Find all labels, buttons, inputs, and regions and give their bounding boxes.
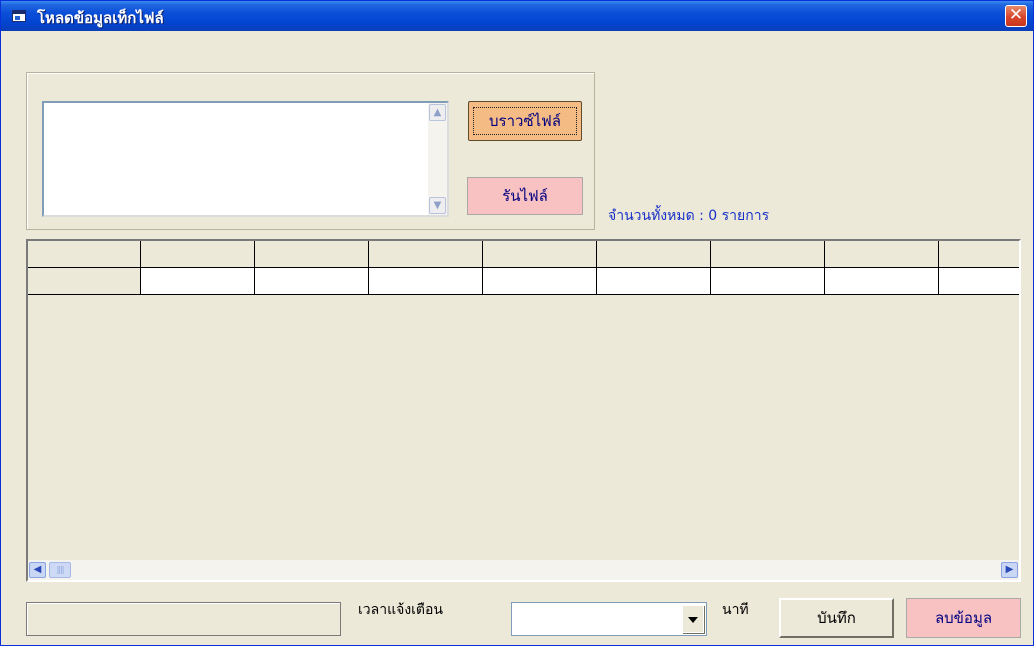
column-header-cell[interactable] bbox=[711, 241, 825, 268]
vertical-scrollbar[interactable]: ▲ ▼ bbox=[428, 103, 447, 215]
data-grid[interactable]: ◀ |||| ▶ bbox=[26, 239, 1021, 582]
scroll-down-icon[interactable]: ▼ bbox=[429, 197, 446, 214]
column-header-cell[interactable] bbox=[597, 241, 711, 268]
table-cell[interactable] bbox=[597, 268, 711, 295]
column-header-cell[interactable] bbox=[483, 241, 597, 268]
browse-file-button[interactable]: บราวซ์ไฟล์ bbox=[468, 101, 582, 141]
scroll-right-icon[interactable]: ▶ bbox=[1001, 562, 1018, 578]
table-cell[interactable] bbox=[711, 268, 825, 295]
horizontal-scrollbar[interactable]: ◀ |||| ▶ bbox=[28, 560, 1019, 580]
column-header-cell[interactable] bbox=[141, 241, 255, 268]
grid-header-row[interactable] bbox=[28, 241, 1019, 268]
scroll-up-icon[interactable]: ▲ bbox=[429, 104, 446, 121]
status-box bbox=[26, 602, 341, 636]
table-cell[interactable] bbox=[939, 268, 1019, 295]
scroll-thumb[interactable]: |||| bbox=[49, 562, 71, 578]
window-title: โหลดข้อมูลเท็กไฟล์ bbox=[37, 9, 164, 27]
table-cell[interactable] bbox=[369, 268, 483, 295]
form-icon bbox=[12, 10, 26, 22]
table-cell[interactable] bbox=[141, 268, 255, 295]
column-header-cell[interactable] bbox=[369, 241, 483, 268]
table-cell[interactable] bbox=[483, 268, 597, 295]
column-header-cell[interactable] bbox=[825, 241, 939, 268]
table-cell[interactable] bbox=[825, 268, 939, 295]
chevron-down-icon[interactable] bbox=[682, 605, 704, 633]
delete-data-button[interactable]: ลบข้อมูล bbox=[906, 598, 1021, 638]
row-header-cell[interactable] bbox=[28, 241, 141, 268]
alert-time-combobox[interactable] bbox=[511, 602, 707, 636]
column-header-cell[interactable] bbox=[255, 241, 369, 268]
column-header-cell[interactable] bbox=[939, 241, 1019, 268]
scroll-left-icon[interactable]: ◀ bbox=[29, 562, 46, 578]
run-file-button[interactable]: รันไฟล์ bbox=[467, 177, 583, 215]
record-count-label: จำนวนทั้งหมด : 0 รายการ bbox=[608, 208, 770, 224]
save-button[interactable]: บันทึก bbox=[779, 598, 894, 638]
file-path-textbox[interactable]: ▲ ▼ bbox=[42, 101, 449, 217]
minutes-label: นาที bbox=[722, 602, 749, 618]
close-button[interactable]: ✕ bbox=[1005, 5, 1027, 27]
browse-file-label: บราวซ์ไฟล์ bbox=[473, 107, 577, 135]
table-row[interactable] bbox=[28, 268, 1019, 295]
app-window: โหลดข้อมูลเท็กไฟล์ ✕ ▲ ▼ บราวซ์ไฟล์ รันไ… bbox=[0, 0, 1034, 646]
table-cell[interactable] bbox=[255, 268, 369, 295]
alert-time-label: เวลาแจ้งเตือน bbox=[358, 602, 444, 618]
title-bar[interactable]: โหลดข้อมูลเท็กไฟล์ ✕ bbox=[1, 1, 1033, 31]
row-header-cell[interactable] bbox=[28, 268, 141, 295]
